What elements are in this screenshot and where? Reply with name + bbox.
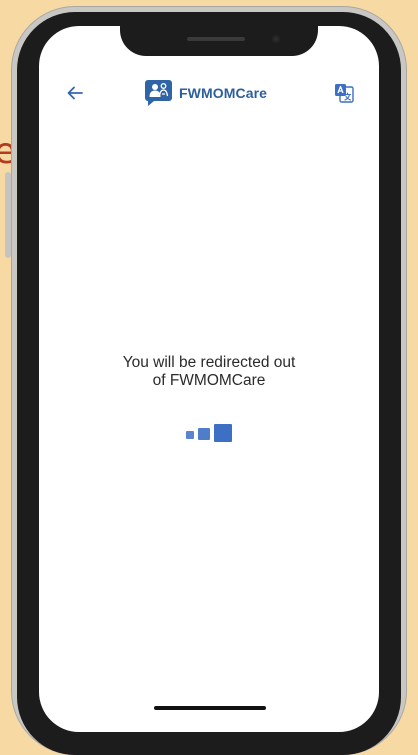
- redirect-message-line-1: You will be redirected out: [122, 354, 296, 371]
- front-camera: [272, 35, 280, 43]
- brand-name: FWMOMCare: [179, 85, 268, 101]
- app-header: FWMOMCare: [39, 78, 379, 110]
- fwmomcare-logo-icon: [145, 80, 172, 106]
- loader-square-small: [186, 431, 194, 439]
- loader-square-medium: [198, 428, 210, 440]
- home-indicator[interactable]: [154, 706, 266, 710]
- translate-button[interactable]: [334, 83, 354, 103]
- loading-squares-icon: [186, 424, 234, 444]
- redirect-message-line-2: of FWMOMCare: [152, 372, 266, 389]
- phone-notch: [120, 12, 318, 56]
- brand: FWMOMCare: [145, 78, 267, 108]
- loader-square-large: [214, 424, 232, 442]
- phone-screen: FWMOMCare You will be redirected out of …: [39, 26, 379, 732]
- speaker-grille: [187, 37, 245, 41]
- arrow-left-icon: [67, 86, 83, 100]
- back-button[interactable]: [64, 82, 86, 104]
- redirect-message: You will be redirected out of FWMOMCare: [39, 354, 379, 390]
- translate-icon: [335, 84, 354, 103]
